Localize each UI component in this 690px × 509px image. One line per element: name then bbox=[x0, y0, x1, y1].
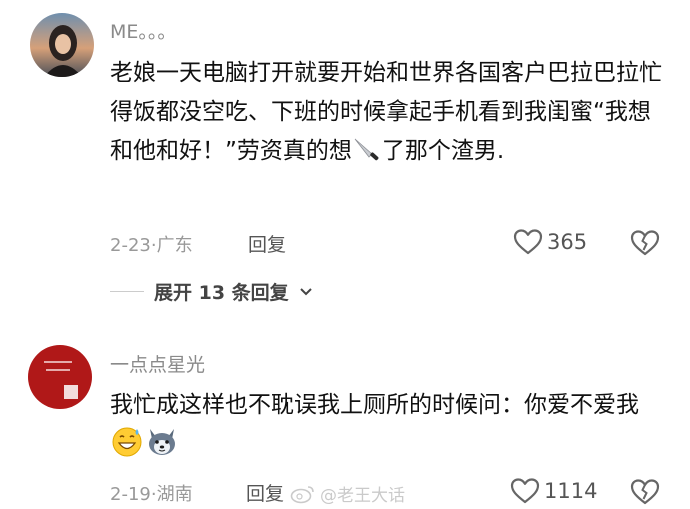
heart-outline-icon bbox=[513, 229, 543, 255]
expand-replies[interactable]: 展开 13 条回复 bbox=[110, 278, 313, 305]
comment-text: 我忙成这样也不耽误我上厕所的时候问：你爱不爱我 bbox=[110, 386, 672, 470]
like-count: 1114 bbox=[544, 478, 598, 503]
comment-meta: 2-23·广东 bbox=[110, 231, 193, 257]
username[interactable]: ME。。。 bbox=[110, 17, 176, 44]
like-button[interactable]: 365 bbox=[513, 228, 587, 255]
divider-line bbox=[110, 291, 144, 292]
dislike-button[interactable] bbox=[630, 229, 660, 260]
reply-button[interactable]: 回复 bbox=[248, 230, 286, 257]
comment-text-part-2: 了那个渣男. bbox=[381, 138, 505, 164]
comment-location: 湖南 bbox=[156, 484, 193, 505]
comment-text-part-1: 我忙成这样也不耽误我上厕所的时候问：你爱不爱我 bbox=[110, 392, 639, 418]
expand-replies-label: 展开 13 条回复 bbox=[154, 282, 289, 304]
comment-date: 2-23 bbox=[110, 235, 151, 256]
comment-meta: 2-19·湖南 bbox=[110, 480, 193, 506]
username[interactable]: 一点点星光 bbox=[110, 350, 205, 377]
heart-outline-icon bbox=[510, 478, 540, 504]
like-count: 365 bbox=[547, 229, 588, 254]
broken-heart-icon bbox=[630, 230, 660, 256]
broken-heart-icon bbox=[630, 479, 660, 505]
knife-emoji bbox=[352, 136, 382, 177]
avatar[interactable] bbox=[30, 13, 94, 77]
watermark-text: @老王大话 bbox=[320, 486, 405, 506]
comment-1: ME。。。 老娘一天电脑打开就要开始和世界各国客户巴拉巴拉忙得饭都没空吃、下班的… bbox=[0, 0, 690, 310]
like-button[interactable]: 1114 bbox=[510, 477, 597, 504]
dislike-button[interactable] bbox=[630, 478, 660, 509]
avatar-image bbox=[28, 345, 92, 409]
grinning-sweat-emoji bbox=[110, 425, 144, 470]
watermark: @老王大话 bbox=[290, 481, 405, 506]
comment-location: 广东 bbox=[156, 235, 193, 256]
avatar-photo bbox=[30, 13, 94, 77]
husky-dog-emoji bbox=[144, 425, 180, 470]
reply-button[interactable]: 回复 bbox=[246, 479, 284, 506]
weibo-logo-icon bbox=[290, 485, 314, 503]
chevron-down-icon bbox=[299, 287, 312, 295]
comment-date: 2-19 bbox=[110, 484, 151, 505]
comment-2: 一点点星光 我忙成这样也不耽误我上厕所的时候问：你爱不爱我 2-19·湖南 回复… bbox=[0, 310, 690, 509]
avatar[interactable] bbox=[28, 345, 92, 409]
comment-text: 老娘一天电脑打开就要开始和世界各国客户巴拉巴拉忙得饭都没空吃、下班的时候拿起手机… bbox=[110, 54, 672, 177]
